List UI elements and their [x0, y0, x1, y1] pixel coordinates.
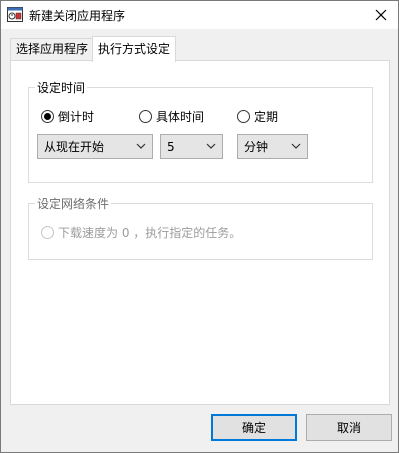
schedule-group-legend: 设定时间: [35, 79, 88, 96]
network-group: 设定网络条件 下载速度为 0 ，执行指定的任务。: [28, 195, 373, 260]
radio-specific-time[interactable]: 具体时间: [139, 108, 204, 125]
radio-countdown[interactable]: 倒计时: [41, 108, 94, 125]
ok-button[interactable]: 确定: [211, 414, 297, 441]
tab-select-application[interactable]: 选择应用程序: [10, 38, 95, 60]
radio-download-speed-indicator[interactable]: [41, 226, 54, 239]
radio-specific-time-label: 具体时间: [156, 110, 205, 124]
amount-select[interactable]: 5: [160, 134, 223, 159]
window-title: 新建关闭应用程序: [29, 9, 126, 23]
radio-specific-time-indicator[interactable]: [139, 110, 152, 123]
start-select[interactable]: 从现在开始: [37, 134, 153, 159]
unit-select[interactable]: 分钟: [237, 134, 308, 159]
amount-select-value: 5: [167, 139, 175, 154]
dialog-window: 新建关闭应用程序 选择应用程序 执行方式设定 设定时间 倒计时 具体时间 定期 …: [0, 0, 399, 453]
radio-countdown-indicator[interactable]: [41, 110, 54, 123]
radio-download-speed[interactable]: 下载速度为 0 ，执行指定的任务。: [41, 224, 241, 241]
chevron-down-icon: [291, 143, 301, 149]
title-bar[interactable]: 新建关闭应用程序: [1, 1, 398, 29]
radio-countdown-label: 倒计时: [58, 110, 95, 124]
radio-download-speed-label: 下载速度为 0 ，执行指定的任务。: [58, 226, 242, 240]
tab-execution-settings[interactable]: 执行方式设定: [92, 36, 177, 62]
close-icon: [375, 9, 387, 21]
tab-panel: 设定时间 倒计时 具体时间 定期 从现在开始 5 分钟 设定网络条件 下载速度为…: [10, 60, 390, 405]
radio-periodic[interactable]: 定期: [237, 108, 278, 125]
cancel-button[interactable]: 取消: [306, 414, 392, 441]
chevron-down-icon: [136, 143, 146, 149]
start-select-value: 从现在开始: [44, 140, 105, 154]
schedule-group: 设定时间 倒计时 具体时间 定期 从现在开始 5 分钟: [28, 79, 373, 183]
unit-select-value: 分钟: [244, 140, 269, 154]
network-group-legend: 设定网络条件: [35, 195, 112, 212]
close-button[interactable]: [364, 1, 398, 29]
radio-periodic-indicator[interactable]: [237, 110, 250, 123]
radio-periodic-label: 定期: [254, 110, 279, 124]
chevron-down-icon: [206, 143, 216, 149]
app-icon: [7, 7, 23, 22]
